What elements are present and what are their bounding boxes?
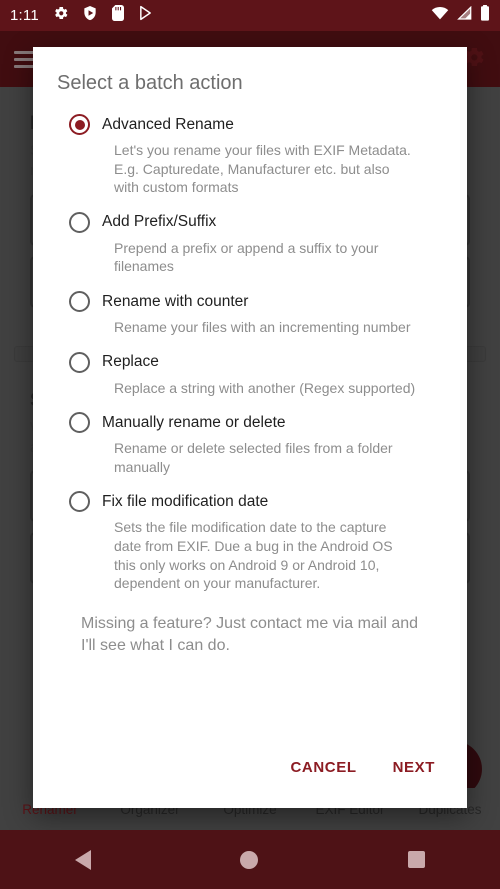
option-label-replace: Replace xyxy=(102,353,159,371)
option-fix-file-modification-date[interactable]: Fix file modification date xyxy=(57,488,443,515)
option-description-manually-rename-or-delete: Rename or delete selected files from a f… xyxy=(114,440,393,475)
dialog-footer-note: Missing a feature? Just contact me via m… xyxy=(81,614,419,654)
option-description-advanced-rename: Let's you rename your files with EXIF Me… xyxy=(114,142,411,196)
option-description-add-prefix-suffix: Prepend a prefix or append a suffix to y… xyxy=(114,239,379,275)
android-screen: 1:11 Renamer Organizer Optimize EXIF Edi… xyxy=(0,0,500,889)
batch-action-dialog: Select a batch action Advanced Rename Le… xyxy=(33,47,467,808)
recents-icon[interactable] xyxy=(408,851,426,868)
option-label-add-prefix-suffix: Add Prefix/Suffix xyxy=(102,213,217,231)
option-description-fix-file-modification-date: Sets the file modification date to the c… xyxy=(114,519,393,592)
radio-button-advanced-rename[interactable] xyxy=(69,114,90,135)
home-icon[interactable] xyxy=(240,850,259,869)
radio-button-rename-with-counter[interactable] xyxy=(69,291,90,313)
status-bar: 1:11 xyxy=(0,0,500,31)
status-bar-system-icons xyxy=(431,5,490,26)
dialog-title: Select a batch action xyxy=(57,72,243,94)
cancel-button[interactable]: CANCEL xyxy=(282,751,364,784)
option-advanced-rename[interactable]: Advanced Rename xyxy=(57,111,443,138)
radio-button-fix-file-modification-date[interactable] xyxy=(69,491,90,513)
shield-play-protect-icon xyxy=(82,5,98,26)
cellular-signal-icon xyxy=(456,5,473,25)
dialog-action-bar: CANCEL NEXT xyxy=(33,733,467,808)
play-store-icon xyxy=(138,5,153,26)
option-label-advanced-rename: Advanced Rename xyxy=(102,115,234,133)
battery-icon xyxy=(480,5,490,26)
android-navigation-bar xyxy=(0,830,500,889)
option-label-manually-rename-or-delete: Manually rename or delete xyxy=(102,413,286,431)
option-description-rename-with-counter: Rename your files with an incrementing n… xyxy=(114,319,411,336)
sd-card-icon xyxy=(111,5,125,26)
option-description-replace: Replace a string with another (Regex sup… xyxy=(114,379,416,396)
status-bar-clock: 1:11 xyxy=(10,7,39,24)
radio-button-manually-rename-or-delete[interactable] xyxy=(69,412,90,434)
gear-icon xyxy=(53,5,69,26)
option-manually-rename-or-delete[interactable]: Manually rename or delete xyxy=(57,409,443,436)
radio-button-add-prefix-suffix[interactable] xyxy=(69,211,90,233)
option-label-fix-file-modification-date: Fix file modification date xyxy=(102,492,269,510)
option-add-prefix-suffix[interactable]: Add Prefix/Suffix xyxy=(57,209,443,236)
option-label-rename-with-counter: Rename with counter xyxy=(102,292,249,310)
option-replace[interactable]: Replace xyxy=(57,349,443,376)
option-rename-with-counter[interactable]: Rename with counter xyxy=(57,288,443,315)
radio-button-replace[interactable] xyxy=(69,351,90,373)
back-icon[interactable] xyxy=(74,849,91,870)
status-bar-notification-icons xyxy=(53,5,153,26)
next-button[interactable]: NEXT xyxy=(385,751,443,784)
wifi-icon xyxy=(431,6,449,25)
dialog-options-list: Advanced Rename Let's you rename your fi… xyxy=(33,111,467,733)
